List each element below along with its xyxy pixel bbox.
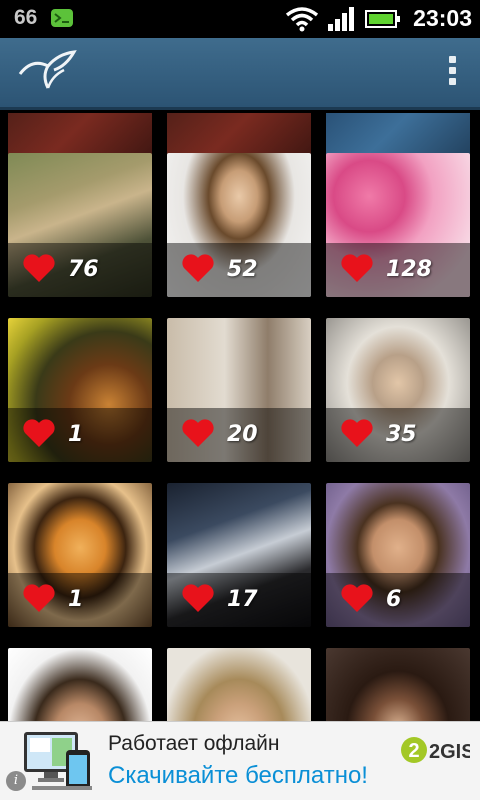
heart-icon[interactable] (181, 253, 215, 283)
photo-tile[interactable]: 1 (8, 318, 152, 462)
like-count: 17 (227, 587, 258, 612)
heart-icon[interactable] (22, 418, 56, 448)
like-count: 20 (227, 422, 258, 447)
svg-text:2: 2 (408, 740, 419, 762)
photo-tile[interactable] (167, 648, 311, 721)
heart-icon[interactable] (340, 418, 374, 448)
photo-tile[interactable]: 35 (326, 318, 470, 462)
like-count: 128 (386, 257, 432, 282)
clock: 23:03 (413, 5, 472, 31)
bird-logo-icon[interactable] (18, 48, 78, 98)
heart-icon[interactable] (22, 253, 56, 283)
photo-tile[interactable]: 76 (8, 153, 152, 297)
photo-thumbnail (167, 648, 311, 721)
photo-tile[interactable]: 17 (167, 483, 311, 627)
photo-thumbnail (326, 648, 470, 721)
like-count: 1 (68, 422, 84, 447)
heart-icon[interactable] (181, 583, 215, 613)
action-bar (0, 38, 480, 110)
device-illustration-icon (24, 732, 92, 790)
2gis-logo-icon: 2 2GIS (401, 737, 470, 763)
photo-tile[interactable]: 6 (326, 483, 470, 627)
like-count: 35 (386, 422, 417, 447)
ad-headline: Работает офлайн (108, 732, 280, 755)
photo-tile[interactable]: 52 (167, 153, 311, 297)
photo-tile[interactable]: 1 (8, 483, 152, 627)
heart-icon[interactable] (181, 418, 215, 448)
ad-call-to-action[interactable]: Скачивайте бесплатно! (108, 762, 368, 790)
ad-banner[interactable]: Работает офлайн Скачивайте бесплатно! 2 … (0, 721, 480, 800)
heart-icon[interactable] (340, 583, 374, 613)
overflow-menu-icon[interactable] (444, 56, 460, 92)
status-bar: 66 23:03 (0, 0, 480, 38)
photo-tile[interactable] (8, 648, 152, 721)
info-icon[interactable]: i (6, 771, 26, 791)
notification-count: 66 (14, 6, 38, 29)
ad-brand-text: 2GIS (429, 741, 470, 763)
photo-tile[interactable]: 20 (167, 318, 311, 462)
signal-icon (328, 6, 355, 31)
photo-tile[interactable]: 128 (326, 153, 470, 297)
like-count: 6 (386, 587, 402, 612)
photo-thumbnail (8, 648, 152, 721)
photo-tile[interactable] (326, 648, 470, 721)
like-count: 1 (68, 587, 84, 612)
battery-icon (365, 9, 401, 28)
photo-grid: 76 52 128 1 20 35 1 17 6 (0, 113, 480, 721)
android-app-icon (51, 9, 74, 27)
heart-icon[interactable] (340, 253, 374, 283)
wifi-icon (286, 6, 319, 31)
like-count: 52 (227, 257, 258, 282)
heart-icon[interactable] (22, 583, 56, 613)
like-count: 76 (68, 257, 99, 282)
